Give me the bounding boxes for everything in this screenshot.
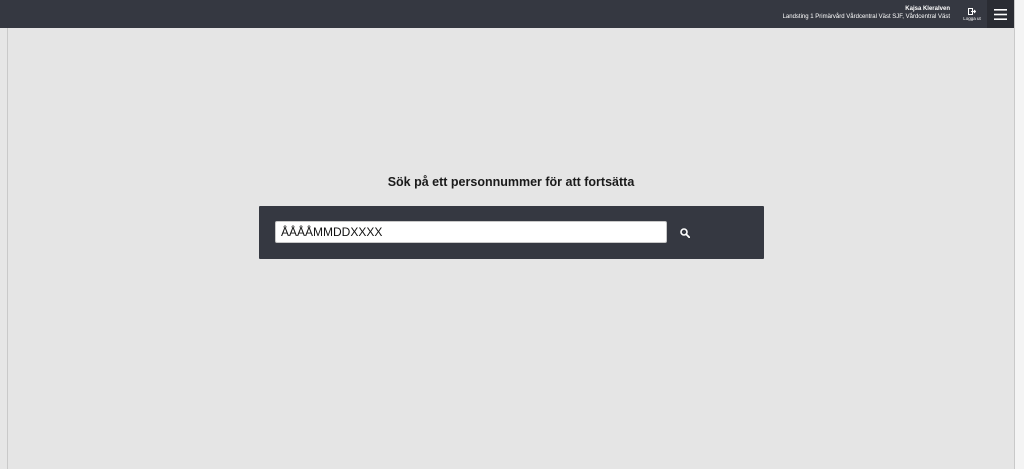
search-panel: [259, 206, 764, 259]
logout-icon: [968, 7, 976, 15]
top-bar: Kajsa Kleralven Landsting 1 Primärvård V…: [0, 0, 1014, 28]
logout-label: Logga ut: [963, 15, 981, 21]
window-frame-right: [1014, 0, 1024, 469]
search-icon: [680, 228, 690, 238]
user-name: Kajsa Kleralven: [905, 6, 950, 12]
hamburger-icon: [994, 8, 1007, 20]
main-content: Sök på ett personnummer för att fortsätt…: [8, 28, 1014, 469]
page-title: Sök på ett personnummer för att fortsätt…: [387, 175, 635, 189]
menu-button[interactable]: [987, 0, 1014, 28]
search-button[interactable]: [675, 225, 695, 241]
personnummer-search-input[interactable]: [275, 221, 667, 243]
logout-button[interactable]: Logga ut: [957, 0, 987, 28]
window-frame-left: [0, 0, 8, 469]
user-unit: Landsting 1 Primärvård Vårdcentral Väst …: [782, 14, 950, 20]
user-info: Kajsa Kleralven Landsting 1 Primärvård V…: [783, 5, 950, 21]
